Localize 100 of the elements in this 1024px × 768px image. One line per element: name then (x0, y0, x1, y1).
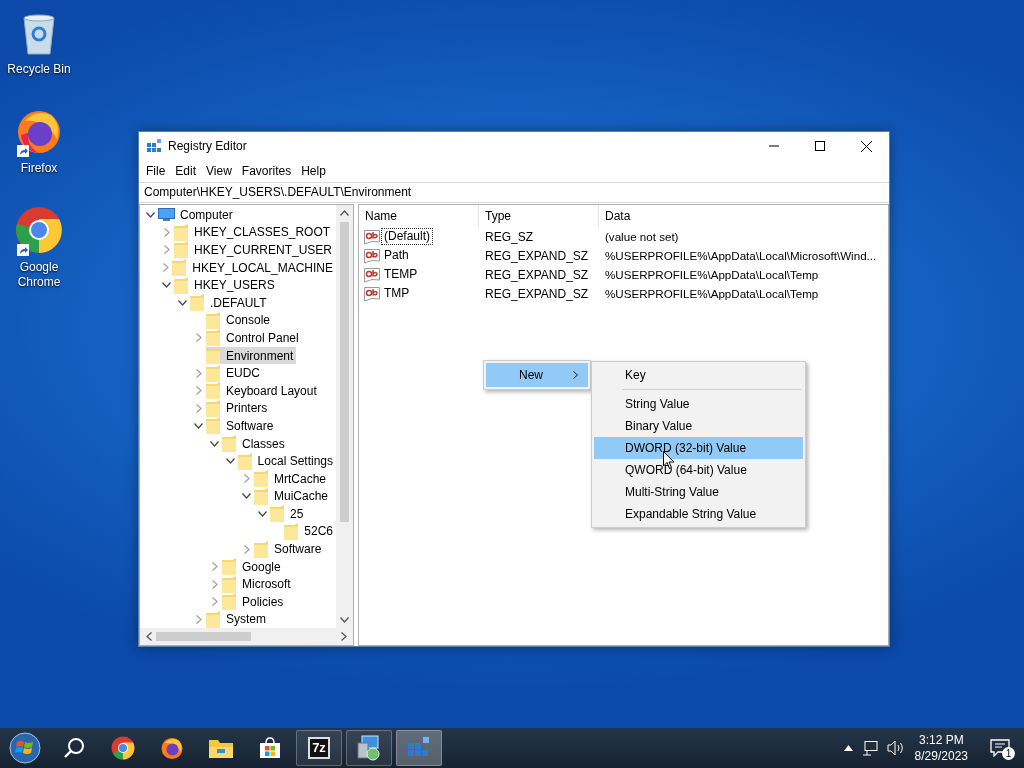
desktop-icon-label[interactable]: Firefox (1, 161, 77, 176)
tree-item[interactable]: Control Panel (206, 329, 302, 347)
tree-item[interactable]: 25 (270, 505, 307, 523)
tree-item[interactable]: Console (206, 311, 274, 329)
folder-icon (174, 276, 189, 294)
collapse-chevron-icon[interactable] (258, 510, 267, 517)
tree-item[interactable]: Computer (158, 206, 236, 224)
collapse-chevron-icon[interactable] (210, 440, 219, 447)
menu-item[interactable]: New (486, 363, 588, 387)
expand-chevron-icon[interactable] (162, 263, 169, 273)
action-center-icon[interactable] (990, 739, 1010, 757)
menu-item[interactable]: File (141, 161, 171, 181)
menu-item[interactable]: Expandable String Value (594, 503, 803, 525)
folder-icon (172, 259, 188, 277)
string-value-icon (364, 285, 380, 302)
expand-chevron-icon[interactable] (195, 333, 202, 343)
expand-chevron-icon[interactable] (163, 245, 170, 255)
show-hidden-icons-icon[interactable] (843, 745, 853, 751)
tree-item[interactable]: EUDC (206, 364, 263, 382)
column-header[interactable]: Data (599, 205, 888, 227)
collapse-chevron-icon[interactable] (146, 211, 155, 218)
tree-item[interactable]: System (206, 610, 269, 628)
tree-item[interactable]: Software (206, 417, 277, 435)
menu-item[interactable]: Edit (170, 161, 202, 181)
value-type: REG_EXPAND_SZ (484, 286, 590, 301)
value-data: (value not set) (604, 230, 680, 243)
tree-item[interactable]: Software (254, 540, 325, 558)
expand-chevron-icon[interactable] (195, 386, 202, 396)
tree-item[interactable]: MrtCache (254, 470, 329, 488)
tree-item[interactable]: HKEY_USERS (174, 276, 278, 294)
value-name[interactable]: TMP (381, 285, 413, 302)
tree-item[interactable]: .DEFAULT (190, 294, 270, 312)
collapse-chevron-icon[interactable] (162, 282, 171, 289)
tree-item[interactable]: Policies (222, 593, 287, 611)
column-header[interactable]: Type (479, 205, 599, 227)
string-value-icon (364, 228, 380, 245)
column-header[interactable]: Name (359, 205, 479, 227)
folder-icon (206, 382, 221, 400)
menu-item[interactable]: Help (296, 161, 331, 181)
tree-item[interactable]: Environment (206, 347, 297, 365)
recycle-bin-icon[interactable] (21, 14, 57, 56)
tree-item[interactable]: HKEY_LOCAL_MACHINE (172, 259, 336, 277)
clock[interactable]: 3:12 PM 8/29/2023 (914, 732, 968, 764)
speaker-icon[interactable] (886, 740, 905, 756)
notification-badge: 1 (1002, 747, 1015, 760)
monitor-icon (158, 207, 175, 222)
tree-item[interactable]: Local Settings (237, 452, 336, 470)
vertical-scrollbar[interactable] (336, 205, 353, 628)
value-name[interactable]: (Default) (381, 228, 433, 245)
network-icon[interactable] (861, 740, 878, 756)
tree-item[interactable]: HKEY_CLASSES_ROOT (174, 223, 334, 241)
expand-chevron-icon[interactable] (243, 474, 250, 484)
folder-icon (284, 523, 300, 540)
desktop-icon-label[interactable]: Recycle Bin (1, 62, 77, 77)
expand-chevron-icon[interactable] (195, 403, 202, 413)
collapse-chevron-icon[interactable] (194, 422, 203, 429)
menu-item[interactable]: Key (594, 364, 803, 386)
folder-icon (270, 505, 285, 523)
value-name[interactable]: TEMP (381, 266, 421, 283)
collapse-chevron-icon[interactable] (178, 299, 187, 306)
menu-item[interactable]: String Value (594, 393, 803, 415)
menu-item[interactable]: Favorites (236, 161, 297, 181)
tree-item[interactable]: Google (222, 558, 284, 576)
taskbar-button[interactable]: 7z (296, 730, 342, 766)
tree-item[interactable]: Classes (222, 435, 288, 452)
folder-icon (208, 737, 233, 759)
expand-chevron-icon[interactable] (163, 227, 170, 237)
colored-ring-icon[interactable] (15, 206, 63, 254)
menu-item[interactable]: View (201, 161, 237, 181)
expand-chevron-icon[interactable] (243, 544, 250, 554)
expand-chevron-icon[interactable] (211, 579, 218, 589)
menu-item[interactable]: DWORD (32-bit) Value (594, 437, 803, 459)
clock-date: 8/29/2023 (914, 748, 968, 764)
value-name[interactable]: Path (381, 247, 412, 264)
folder-icon (206, 329, 221, 347)
desktop-icon-label[interactable]: Google Chrome (1, 260, 77, 290)
tree-item[interactable]: Microsoft (222, 575, 294, 593)
fox-browser-icon (159, 736, 184, 760)
horizontal-scrollbar[interactable] (140, 628, 353, 645)
tree-item[interactable]: Keyboard Layout (206, 382, 320, 400)
collapse-chevron-icon[interactable] (225, 458, 235, 465)
tree-item[interactable]: Printers (206, 399, 271, 417)
value-type: REG_SZ (484, 229, 534, 244)
menu-item[interactable]: Binary Value (594, 415, 803, 437)
folder-icon (206, 347, 221, 365)
expand-chevron-icon[interactable] (211, 597, 218, 607)
collapse-chevron-icon[interactable] (242, 493, 251, 500)
tree-item[interactable]: 52C6 (284, 523, 336, 540)
expand-chevron-icon[interactable] (195, 368, 202, 378)
expand-chevron-icon[interactable] (195, 614, 202, 624)
menu-item[interactable]: QWORD (64-bit) Value (594, 459, 803, 481)
menu-item[interactable]: Multi-String Value (594, 481, 803, 503)
tree-item[interactable]: MuiCache (254, 487, 332, 505)
folder-icon (174, 223, 189, 241)
taskbar-button[interactable] (346, 730, 392, 766)
expand-chevron-icon[interactable] (211, 562, 218, 572)
folder-icon (222, 558, 237, 576)
string-value-icon (364, 266, 380, 283)
address-bar[interactable]: Computer\HKEY_USERS\.DEFAULT\Environment (139, 182, 889, 203)
tree-item[interactable]: HKEY_CURRENT_USER (174, 241, 336, 259)
